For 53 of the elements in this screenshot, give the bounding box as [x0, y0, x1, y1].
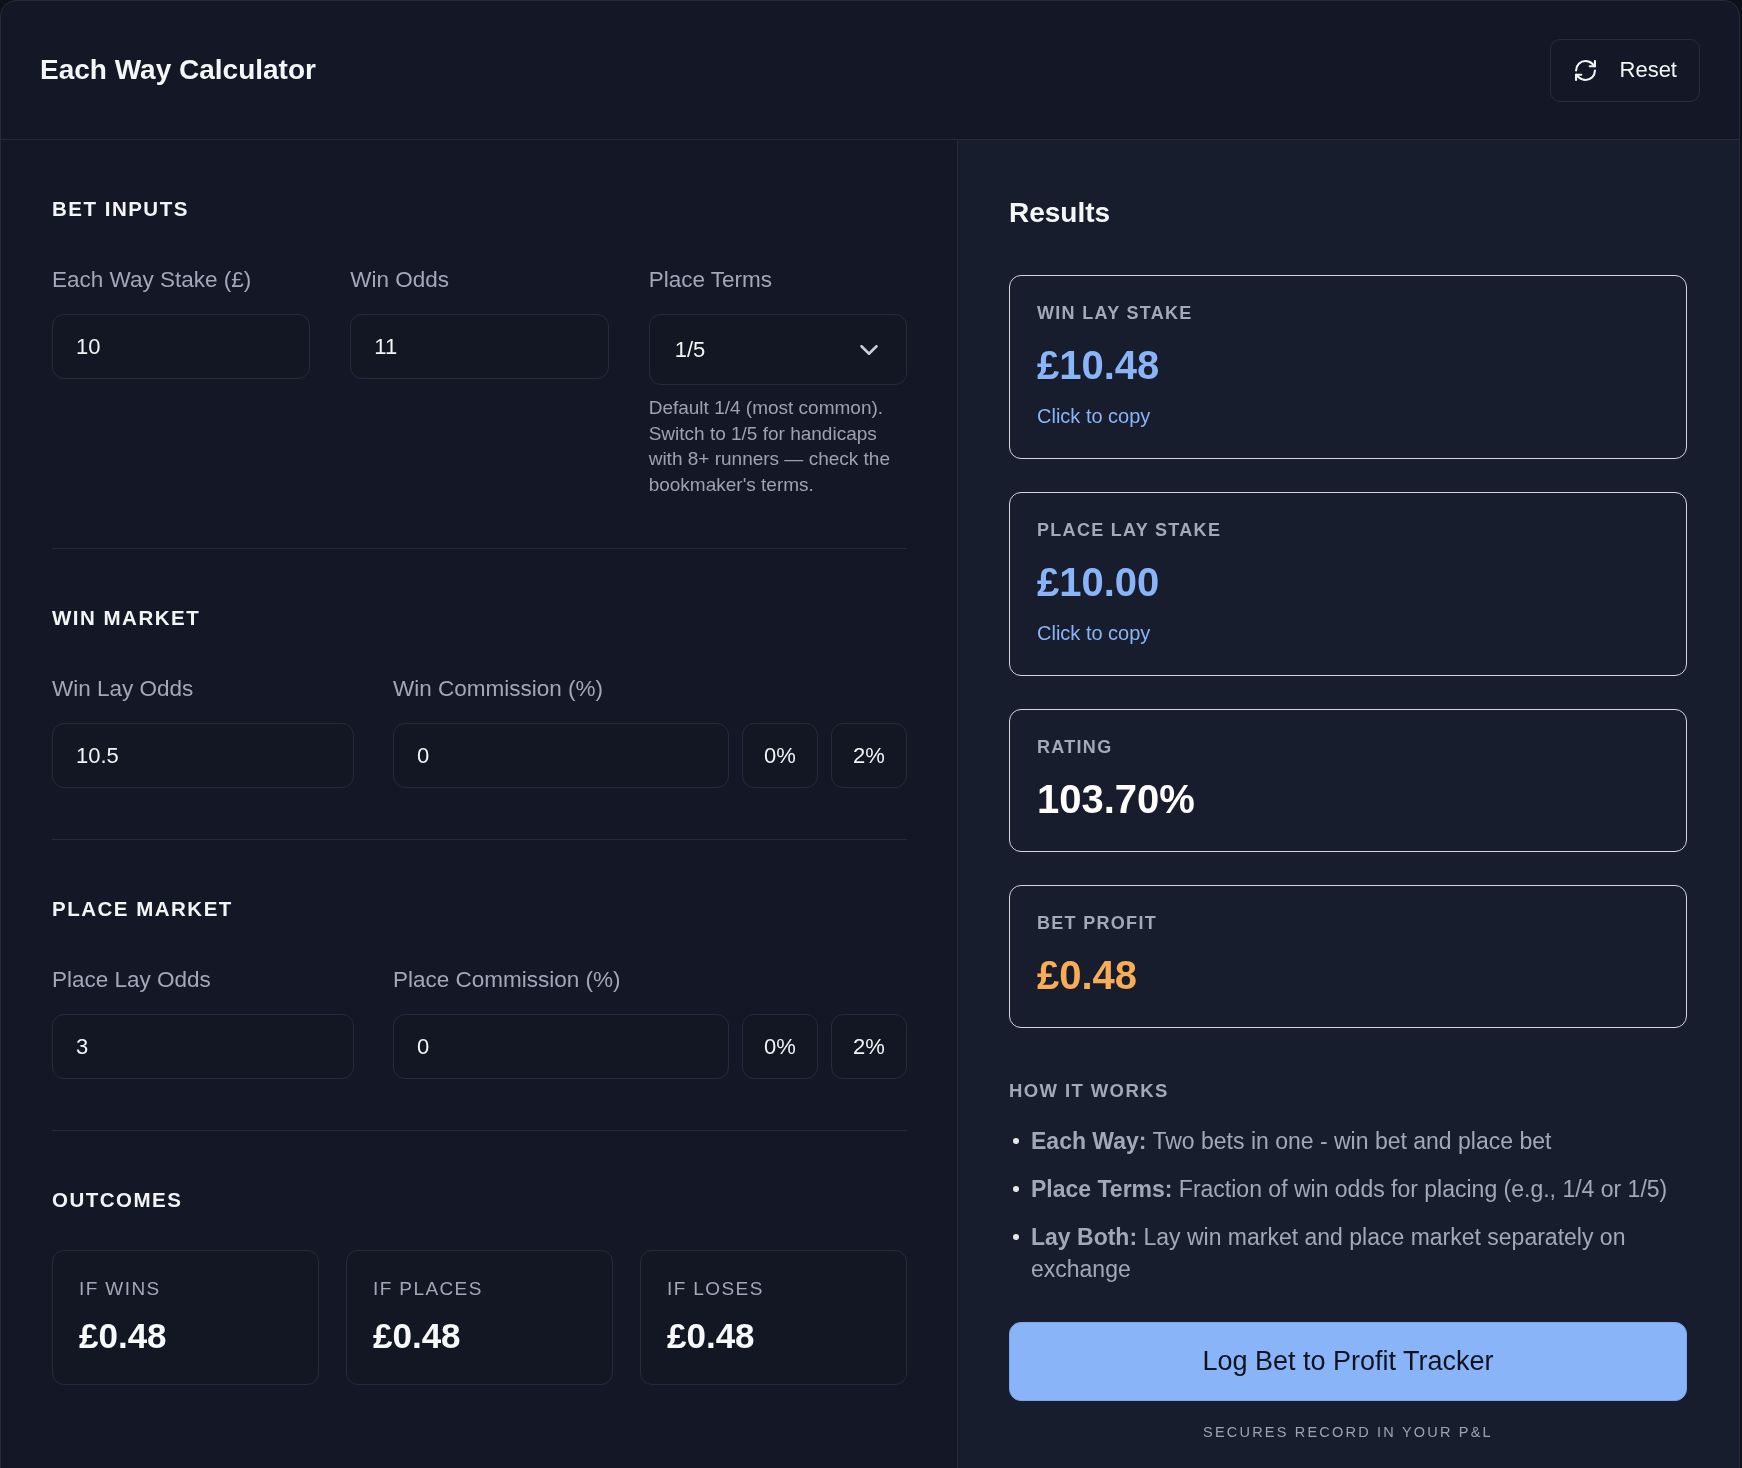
field-label: Place Lay Odds [52, 967, 211, 992]
copy-link[interactable]: Click to copy [1037, 404, 1151, 428]
preset-button[interactable]: 0% [742, 723, 818, 788]
copy-link[interactable]: Click to copy [1037, 621, 1151, 645]
field-label: Win Lay Odds [52, 676, 194, 701]
field-label: Place Commission (%) [393, 967, 621, 992]
bullet-icon [1013, 1234, 1019, 1240]
hint-text: Default 1/4 (most common). Switch to 1/5 for handicaps with 8+ runners — check the bookmaker's terms. [648, 396, 891, 497]
result-label: BET PROFIT [1037, 912, 1157, 934]
chevron-down-icon [860, 344, 878, 355]
refresh-icon [1574, 59, 1596, 81]
commission-input[interactable]: 0 [393, 1014, 729, 1079]
section-heading: PLACE MARKET [52, 897, 233, 921]
section-heading: WIN MARKET [52, 606, 201, 630]
result-value: 103.70% [1037, 777, 1195, 821]
bullet-icon [1013, 1138, 1019, 1144]
field-label: Each Way Stake (£) [52, 267, 252, 292]
section-heading: BET INPUTS [52, 197, 189, 221]
log-bet-button[interactable]: Log Bet to Profit Tracker [1009, 1322, 1687, 1401]
bullet-icon [1013, 1186, 1019, 1192]
footnote-text: SECURES RECORD IN YOUR P&L [1202, 1423, 1494, 1442]
odds-input[interactable]: 10.5 [52, 723, 354, 788]
field-label: Place Terms [648, 267, 773, 292]
field-label: Win Commission (%) [393, 676, 603, 701]
result-value: £10.48 [1037, 343, 1160, 387]
outcome-label: IF LOSES [667, 1278, 764, 1300]
preset-button[interactable]: 2% [831, 723, 907, 788]
outcome-value: £0.48 [667, 1317, 755, 1355]
preset-button[interactable]: 2% [831, 1014, 907, 1079]
info-text: Place Terms: Fraction of win odds for placing (e.g., 1/4 or 1/5) [1031, 1175, 1668, 1204]
commission-input[interactable]: 0 [393, 723, 729, 788]
info-text: Lay Both: Lay win market and place market separately on exchange [1031, 1223, 1627, 1284]
outcome-label: IF WINS [79, 1278, 161, 1300]
number-input[interactable]: 11 [350, 314, 609, 379]
result-value: £10.00 [1037, 560, 1160, 604]
outcome-value: £0.48 [79, 1317, 167, 1355]
dropdown-select[interactable]: 1/5 [648, 314, 907, 385]
outcome-label: IF PLACES [373, 1278, 483, 1300]
results-title: Results [1009, 196, 1111, 230]
info-text: Each Way: Two bets in one - win bet and place bet [1031, 1127, 1552, 1156]
field-label: Win Odds [350, 267, 450, 292]
result-label: PLACE LAY STAKE [1037, 519, 1222, 541]
outcome-value: £0.48 [373, 1317, 461, 1355]
number-input[interactable]: 10 [52, 314, 311, 379]
result-label: WIN LAY STAKE [1037, 302, 1193, 324]
odds-input[interactable]: 3 [52, 1014, 354, 1079]
reset-button[interactable]: Reset [1549, 38, 1700, 102]
section-heading: OUTCOMES [52, 1188, 183, 1212]
section-heading: HOW IT WORKS [1009, 1080, 1169, 1102]
preset-button[interactable]: 0% [742, 1014, 818, 1079]
app-title: Each Way Calculator [40, 53, 316, 87]
result-label: RATING [1037, 736, 1113, 758]
result-value: £0.48 [1037, 953, 1138, 997]
